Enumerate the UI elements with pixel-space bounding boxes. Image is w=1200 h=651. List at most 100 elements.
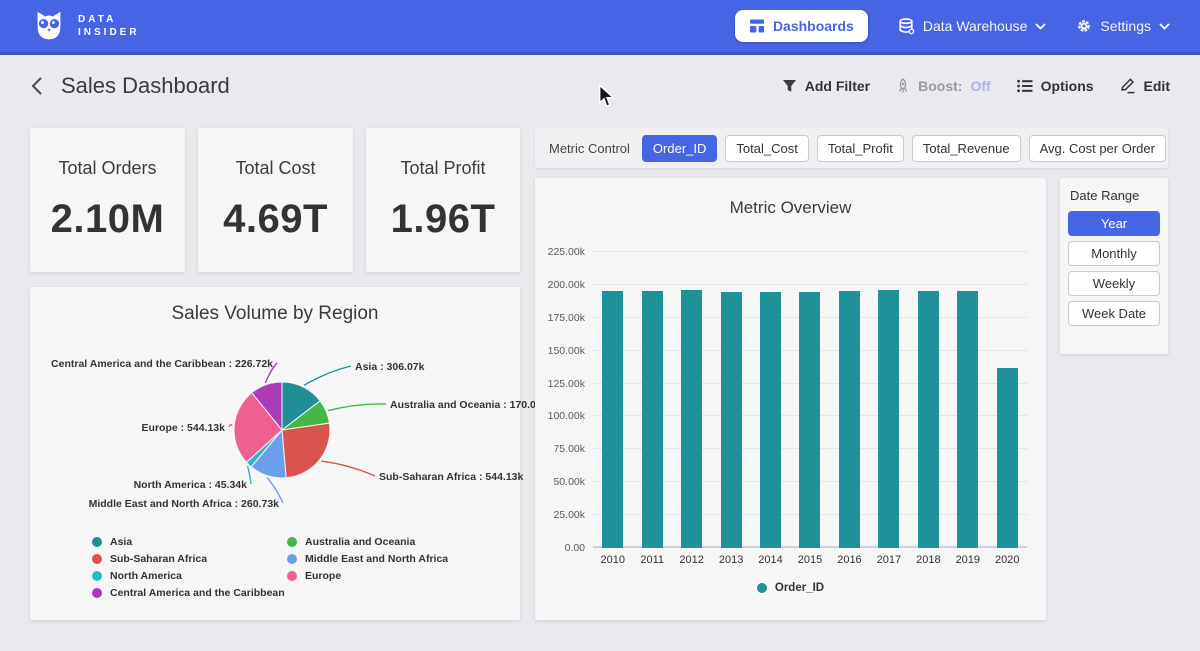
kpi-card-total-cost: Total Cost 4.69T <box>198 128 353 272</box>
legend-label: Asia <box>110 536 132 548</box>
chevron-down-icon <box>1159 23 1170 30</box>
metric-buttons: Order_ID Total_Cost Total_Profit Total_Reve… <box>642 135 1166 162</box>
bar-2020 <box>997 368 1018 549</box>
y-tick-label: 75.00k <box>527 443 585 455</box>
chevron-left-icon <box>30 76 43 96</box>
metric-button-total-profit[interactable]: Total_Profit <box>817 135 904 162</box>
kpi-label: Total Orders <box>58 158 156 179</box>
brand-line2: INSIDER <box>78 27 140 38</box>
y-tick-label: 0.00 <box>527 542 585 554</box>
pie-label-line <box>328 404 386 411</box>
rocket-icon <box>896 78 910 94</box>
metric-control-label: Metric Control <box>549 141 630 156</box>
legend-dot <box>92 588 102 598</box>
kpi-label: Total Cost <box>235 158 315 179</box>
metric-button-total-revenue[interactable]: Total_Revenue <box>912 135 1021 162</box>
y-tick-label: 150.00k <box>527 345 585 357</box>
bar-column-2019 <box>948 291 987 548</box>
x-tick-label: 2013 <box>711 554 750 566</box>
legend-item-middle-east-and-north-africa[interactable]: Middle East and North Africa <box>287 553 520 565</box>
bar-2013 <box>721 292 742 549</box>
kpi-card-total-profit: Total Profit 1.96T <box>366 128 520 272</box>
header-actions: Add Filter Boost: Off Options <box>782 78 1170 94</box>
pie-chart-card: Sales Volume by Region Asia : 306.07k Aus… <box>30 287 520 620</box>
bar-2015 <box>799 292 820 549</box>
x-tick-label: 2010 <box>593 554 632 566</box>
legend-dot <box>757 583 767 593</box>
kpi-label: Total Profit <box>400 158 485 179</box>
brand[interactable]: DATA INSIDER <box>30 7 140 45</box>
legend-label: North America <box>110 570 182 582</box>
date-range-buttons: Year Monthly Weekly Week Date <box>1068 211 1160 326</box>
dashboards-button[interactable]: Dashboards <box>735 10 868 42</box>
bar-2011 <box>642 291 663 548</box>
legend-item-central-america-and-the-caribbean[interactable]: Central America and the Caribbean <box>92 587 287 599</box>
legend-item-sub-saharan-africa[interactable]: Sub-Saharan Africa <box>92 553 287 565</box>
pie-label-sub-saharan-africa: Sub-Saharan Africa : 544.13k <box>379 471 523 483</box>
pie-label-australia-and-oceania: Australia and Oceania : 170.04k <box>390 399 548 411</box>
y-tick-label: 50.00k <box>527 476 585 488</box>
legend-item-north-america[interactable]: North America <box>92 570 287 582</box>
top-nav: DATA INSIDER Dashboards D <box>0 0 1200 55</box>
pie-legend: Asia Sub-Saharan Africa North America Centr… <box>92 533 520 601</box>
legend-item-australia-and-oceania[interactable]: Australia and Oceania <box>287 536 520 548</box>
date-range-label: Date Range <box>1070 188 1160 203</box>
options-button[interactable]: Options <box>1017 78 1094 94</box>
bar-2016 <box>839 291 860 548</box>
bar-column-2012 <box>672 290 711 548</box>
bar-column-2014 <box>751 292 790 548</box>
data-warehouse-menu[interactable]: Data Warehouse <box>898 18 1047 35</box>
metric-control-bar: Metric Control Order_ID Total_Cost Total_P… <box>535 128 1168 168</box>
date-button-year[interactable]: Year <box>1068 211 1160 236</box>
legend-dot <box>287 554 297 564</box>
add-filter-button[interactable]: Add Filter <box>782 78 870 94</box>
pie-label-line <box>229 425 232 427</box>
x-tick-label: 2012 <box>672 554 711 566</box>
date-button-week-date[interactable]: Week Date <box>1068 301 1160 326</box>
legend-label: Order_ID <box>775 582 824 594</box>
legend-item-europe[interactable]: Europe <box>287 570 520 582</box>
settings-menu[interactable]: Settings <box>1076 18 1170 34</box>
filter-icon <box>782 79 797 93</box>
boost-toggle[interactable]: Boost: Off <box>896 78 991 94</box>
y-tick-label: 100.00k <box>527 410 585 422</box>
dashboards-label: Dashboards <box>773 18 854 34</box>
bar-chart-card: Metric Overview 0.0025.00k50.00k75.00k10… <box>535 178 1046 620</box>
database-icon <box>898 18 915 35</box>
owl-logo-icon <box>30 7 68 45</box>
nav-menu: Dashboards Data Warehouse <box>735 10 1170 42</box>
x-tick-label: 2015 <box>790 554 829 566</box>
x-tick-label: 2011 <box>632 554 671 566</box>
edit-button[interactable]: Edit <box>1120 78 1170 94</box>
x-tick-label: 2020 <box>988 554 1027 566</box>
bar-series <box>593 242 1027 548</box>
legend-label: Europe <box>305 570 341 582</box>
dashboard-grid-icon <box>749 18 765 34</box>
legend-dot <box>92 537 102 547</box>
bar-2012 <box>681 290 702 548</box>
pie-label-asia: Asia : 306.07k <box>355 361 425 373</box>
gear-icon <box>1076 18 1092 34</box>
date-button-weekly[interactable]: Weekly <box>1068 271 1160 296</box>
bar-column-2018 <box>909 291 948 548</box>
bar-legend: Order_ID <box>535 582 1046 594</box>
x-tick-label: 2018 <box>909 554 948 566</box>
legend-item-asia[interactable]: Asia <box>92 536 287 548</box>
pie-chart-title: Sales Volume by Region <box>30 303 520 325</box>
metric-button-avg-cost-per-order[interactable]: Avg. Cost per Order <box>1029 135 1166 162</box>
metric-button-total-cost[interactable]: Total_Cost <box>725 135 808 162</box>
legend-dot <box>287 571 297 581</box>
x-tick-label: 2019 <box>948 554 987 566</box>
date-button-monthly[interactable]: Monthly <box>1068 241 1160 266</box>
legend-label: Australia and Oceania <box>305 536 415 548</box>
page: DATA INSIDER Dashboards D <box>0 0 1200 651</box>
kpi-card-total-orders: Total Orders 2.10M <box>30 128 185 272</box>
page-header: Sales Dashboard Add Filter Boost: Off <box>0 55 1200 117</box>
bar-column-2016 <box>830 291 869 548</box>
metric-button-order-id[interactable]: Order_ID <box>642 135 717 162</box>
kpi-value: 1.96T <box>391 197 496 242</box>
legend-dot <box>92 554 102 564</box>
pie-label-line <box>247 466 251 484</box>
back-button[interactable] <box>30 76 43 96</box>
brand-line1: DATA <box>78 14 140 25</box>
